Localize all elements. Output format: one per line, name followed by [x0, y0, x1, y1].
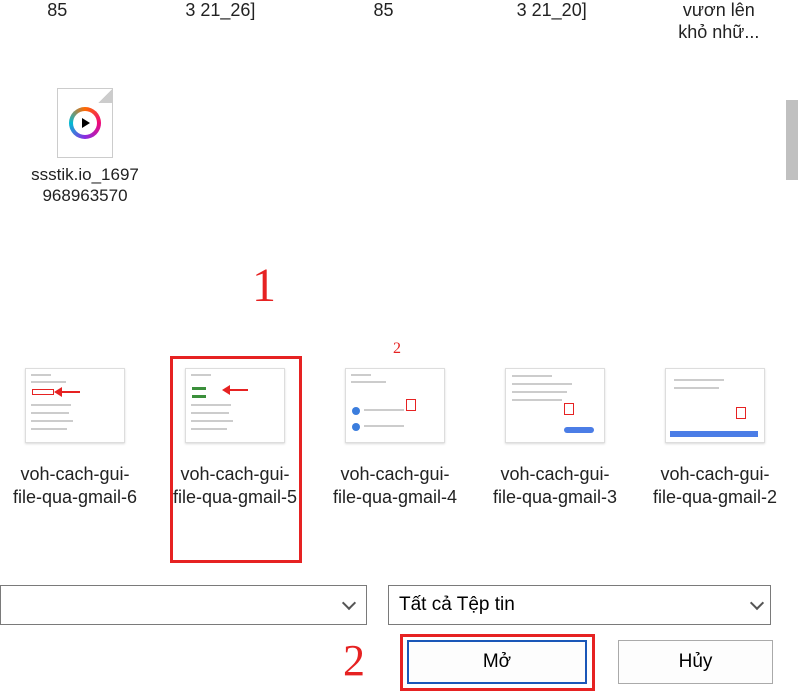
- filetype-select[interactable]: Tất cả Tệp tin: [388, 585, 771, 625]
- open-button-label: Mở: [483, 651, 511, 673]
- image-thumbnail: [185, 368, 285, 443]
- image-thumbnail: [505, 368, 605, 443]
- file-label-fragment[interactable]: 85: [346, 0, 421, 43]
- file-label: voh-cach-gui-file-qua-gmail-2: [650, 463, 780, 510]
- file-label: ssstik.io_1697968963570: [28, 164, 143, 207]
- file-row-thumbnails: voh-cach-gui-file-qua-gmail-6 voh-cach-g…: [10, 368, 774, 510]
- cancel-button-label: Hủy: [679, 651, 713, 673]
- annotation-number-1: 1: [252, 258, 276, 313]
- file-item-image[interactable]: voh-cach-gui-file-qua-gmail-3: [490, 368, 620, 510]
- image-thumbnail: [665, 368, 765, 443]
- file-row-partial: 85 3 21_26] 85 3 21_20] vươn lên khỏ nhữ…: [20, 0, 770, 43]
- file-label: voh-cach-gui-file-qua-gmail-6: [10, 463, 140, 510]
- annotation-number-2: 2: [343, 635, 365, 686]
- file-item-video[interactable]: ssstik.io_1697968963570: [30, 88, 140, 207]
- file-label: voh-cach-gui-file-qua-gmail-4: [330, 463, 460, 510]
- file-label-fragment[interactable]: vươn lên khỏ nhữ...: [668, 0, 770, 43]
- open-button[interactable]: Mở: [407, 640, 587, 684]
- file-label-fragment[interactable]: 3 21_20]: [496, 0, 608, 43]
- file-label: voh-cach-gui-file-qua-gmail-5: [170, 463, 300, 510]
- file-row: ssstik.io_1697968963570: [30, 88, 172, 207]
- filename-input[interactable]: [0, 585, 367, 625]
- video-file-icon: [57, 88, 113, 158]
- image-thumbnail: [25, 368, 125, 443]
- file-label-fragment[interactable]: 85: [20, 0, 95, 43]
- image-thumbnail: [345, 368, 445, 443]
- file-item-image[interactable]: voh-cach-gui-file-qua-gmail-4: [330, 368, 460, 510]
- file-label: voh-cach-gui-file-qua-gmail-3: [490, 463, 620, 510]
- file-label-fragment[interactable]: 3 21_26]: [165, 0, 277, 43]
- cancel-button[interactable]: Hủy: [618, 640, 773, 684]
- annotation-number-small: 2: [393, 340, 401, 358]
- file-item-image[interactable]: voh-cach-gui-file-qua-gmail-2: [650, 368, 780, 510]
- vertical-scrollbar[interactable]: [786, 100, 798, 180]
- file-item-image[interactable]: voh-cach-gui-file-qua-gmail-6: [10, 368, 140, 510]
- file-item-image-selected[interactable]: voh-cach-gui-file-qua-gmail-5: [170, 368, 300, 510]
- filetype-label: Tất cả Tệp tin: [399, 594, 515, 616]
- file-list-pane: 85 3 21_26] 85 3 21_20] vươn lên khỏ nhữ…: [0, 0, 780, 560]
